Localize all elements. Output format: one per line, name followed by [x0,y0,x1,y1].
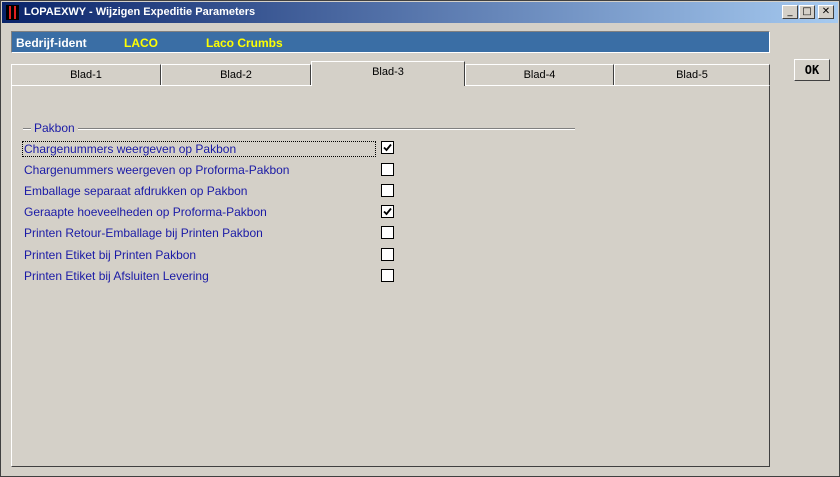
option-checkbox[interactable] [381,184,394,197]
checkmark-icon [383,207,392,216]
option-checkbox[interactable] [381,163,394,176]
option-label[interactable]: Chargenummers weergeven op Proforma-Pakb… [24,163,289,177]
ok-button[interactable]: OK [794,59,830,81]
option-label[interactable]: Emballage separaat afdrukken op Pakbon [24,184,247,198]
checkmark-icon [383,143,392,152]
option-label[interactable]: Printen Retour-Emballage bij Printen Pak… [24,226,263,240]
option-label[interactable]: Chargenummers weergeven op Pakbon [22,141,376,157]
company-name: Laco Crumbs [206,36,283,50]
option-label[interactable]: Printen Etiket bij Printen Pakbon [24,248,196,262]
tab-blad-2[interactable]: Blad-2 [161,64,311,85]
company-code: LACO [124,36,158,50]
option-label[interactable]: Printen Etiket bij Afsluiten Levering [24,269,209,283]
option-checkbox[interactable] [381,248,394,261]
group-title-pakbon: Pakbon [31,121,78,135]
title-bar[interactable]: LOPAEXWY - Wijzigen Expeditie Parameters… [2,2,838,23]
minimize-button[interactable]: _ [782,5,798,19]
window-title: LOPAEXWY - Wijzigen Expeditie Parameters [24,6,256,18]
group-divider [23,128,575,130]
maximize-button[interactable]: □ [799,5,815,19]
close-button[interactable]: ✕ [818,5,834,19]
tab-blad-4[interactable]: Blad-4 [465,64,614,85]
tab-blad-3[interactable]: Blad-3 [311,61,465,86]
option-checkbox[interactable] [381,226,394,239]
tab-blad-5[interactable]: Blad-5 [614,64,770,85]
option-checkbox[interactable] [381,141,394,154]
company-ident-label: Bedrijf-ident [16,36,87,50]
tab-blad-1[interactable]: Blad-1 [11,64,161,85]
option-checkbox[interactable] [381,269,394,282]
option-label[interactable]: Geraapte hoeveelheden op Proforma-Pakbon [24,205,267,219]
main-window: LOPAEXWY - Wijzigen Expeditie Parameters… [0,0,840,477]
company-header: Bedrijf-ident LACO Laco Crumbs [11,31,770,53]
option-checkbox[interactable] [381,205,394,218]
app-icon [6,5,19,20]
